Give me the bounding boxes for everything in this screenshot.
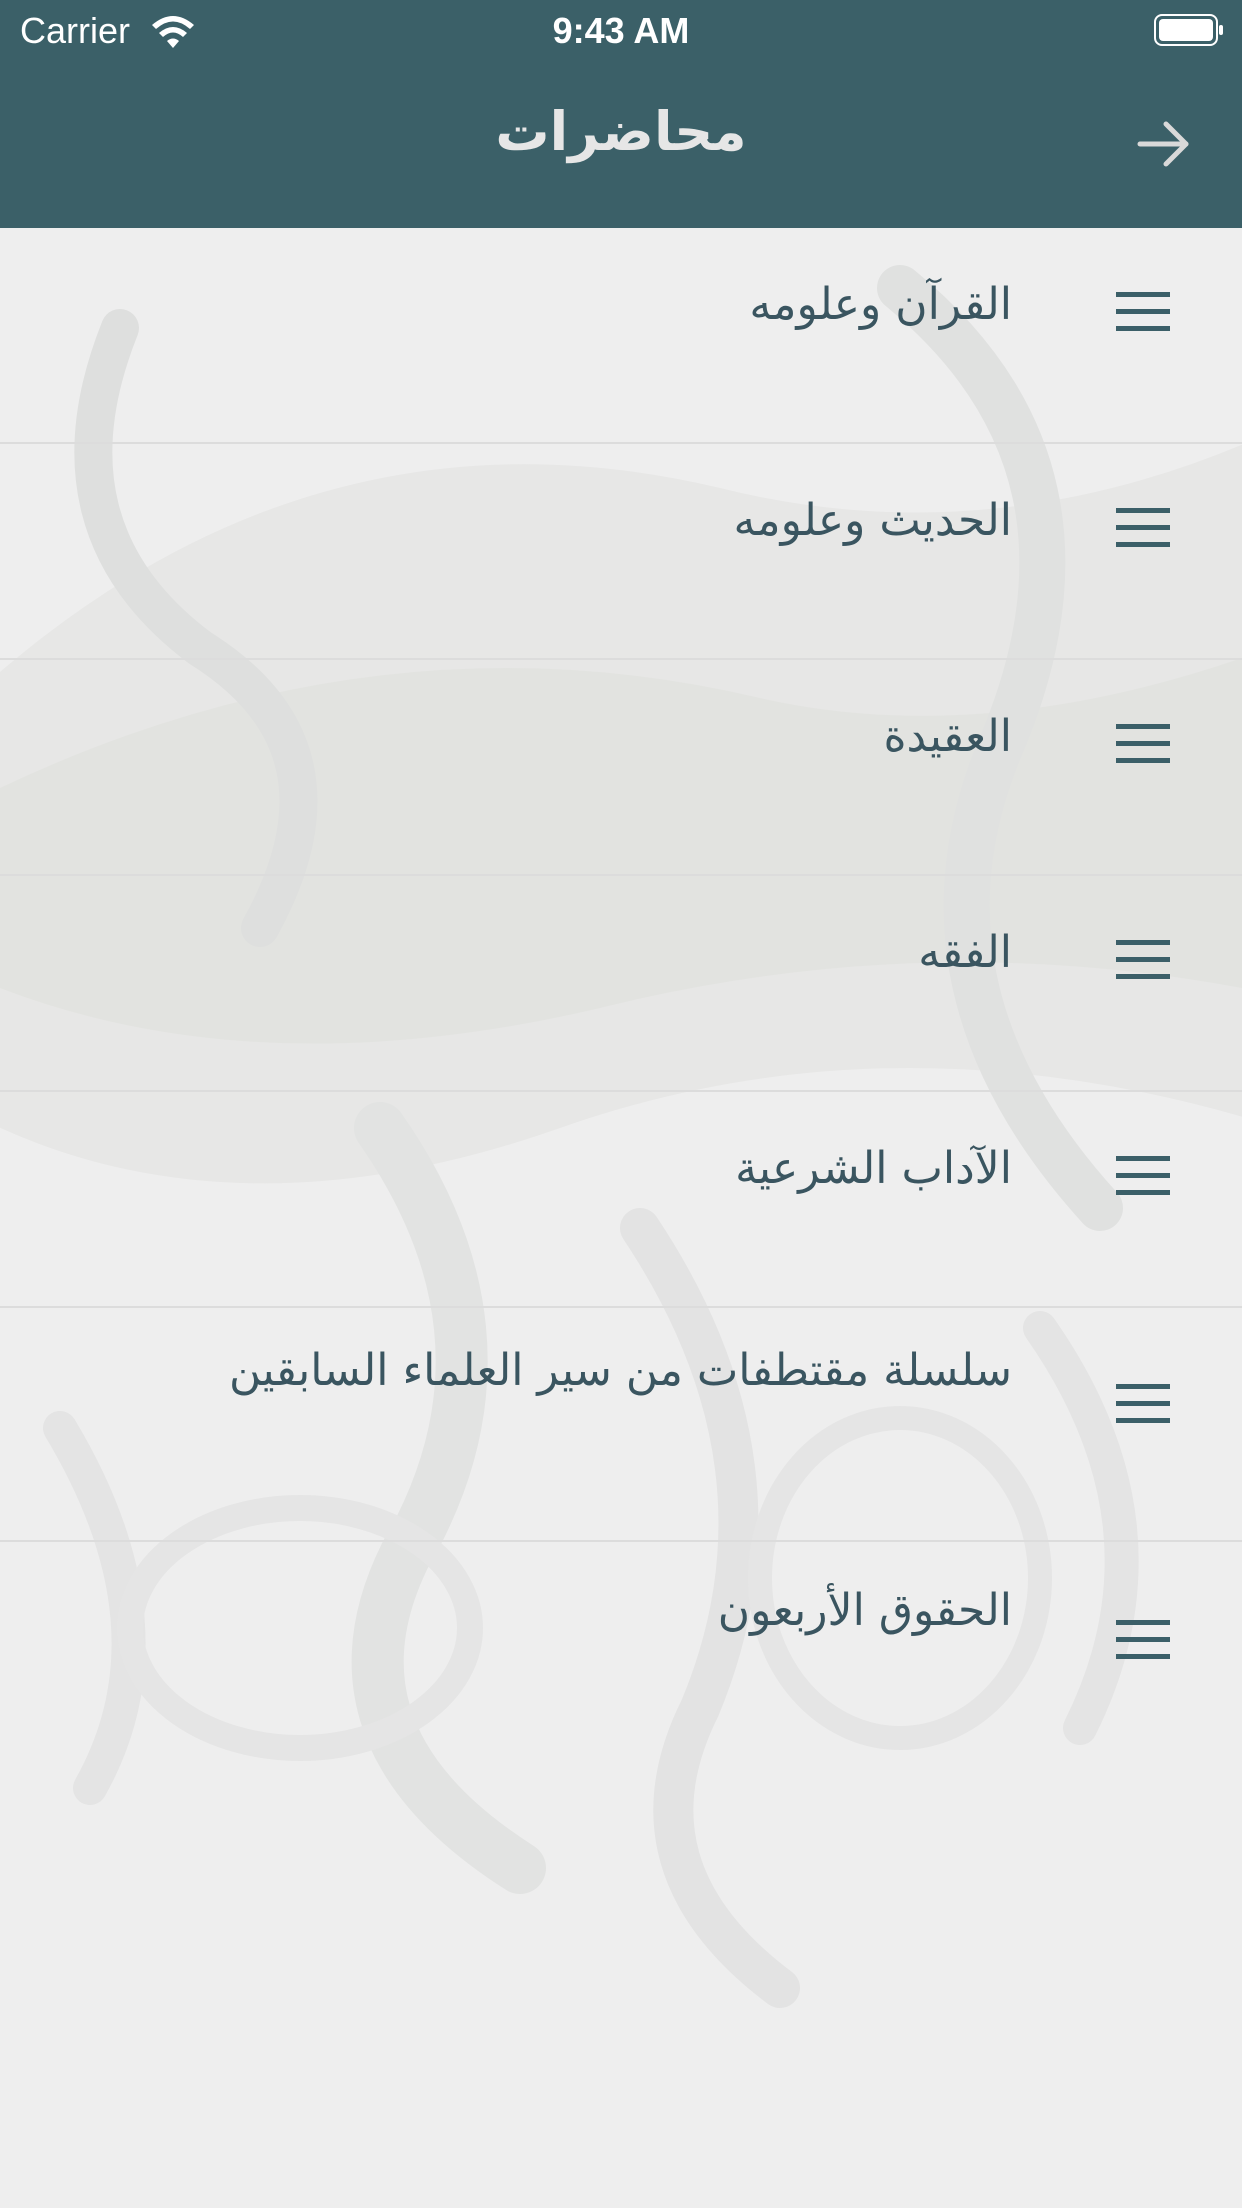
list-item-label: الآداب الشرعية: [735, 1143, 1012, 1194]
list-item[interactable]: القرآن وعلومه: [0, 228, 1242, 444]
battery-icon: [1154, 14, 1223, 46]
list-item-label: العقيدة: [883, 711, 1012, 762]
list-item[interactable]: الفقه: [0, 876, 1242, 1092]
status-bar: Carrier 9:43 AM: [0, 0, 1242, 64]
category-list: القرآن وعلومه الحديث وعلومه العقيدة الفق…: [0, 228, 1242, 1756]
menu-lines-icon: [1116, 508, 1170, 548]
menu-lines-icon: [1116, 292, 1170, 332]
navigation-bar: Carrier 9:43 AM محاضرات: [0, 0, 1242, 228]
list-item-label: الحديث وعلومه: [733, 495, 1012, 546]
list-item[interactable]: الآداب الشرعية: [0, 1092, 1242, 1308]
arrow-right-icon[interactable]: [1136, 116, 1192, 172]
list-item[interactable]: الحقوق الأربعون: [0, 1542, 1242, 1756]
page-title: محاضرات: [495, 100, 747, 163]
list-item[interactable]: الحديث وعلومه: [0, 444, 1242, 660]
menu-lines-icon: [1116, 724, 1170, 764]
list-item-label: سلسلة مقتطفات من سير العلماء السابقين: [228, 1345, 1012, 1396]
menu-lines-icon: [1116, 940, 1170, 980]
list-item-label: القرآن وعلومه: [749, 279, 1012, 330]
menu-lines-icon: [1116, 1156, 1170, 1196]
menu-lines-icon: [1116, 1384, 1170, 1424]
list-item[interactable]: سلسلة مقتطفات من سير العلماء السابقين: [0, 1308, 1242, 1542]
list-item-label: الحقوق الأربعون: [717, 1585, 1012, 1636]
list-item-label: الفقه: [918, 927, 1012, 978]
content-area: القرآن وعلومه الحديث وعلومه العقيدة الفق…: [0, 228, 1242, 2208]
list-item[interactable]: العقيدة: [0, 660, 1242, 876]
status-time: 9:43 AM: [552, 10, 690, 51]
menu-lines-icon: [1116, 1620, 1170, 1660]
